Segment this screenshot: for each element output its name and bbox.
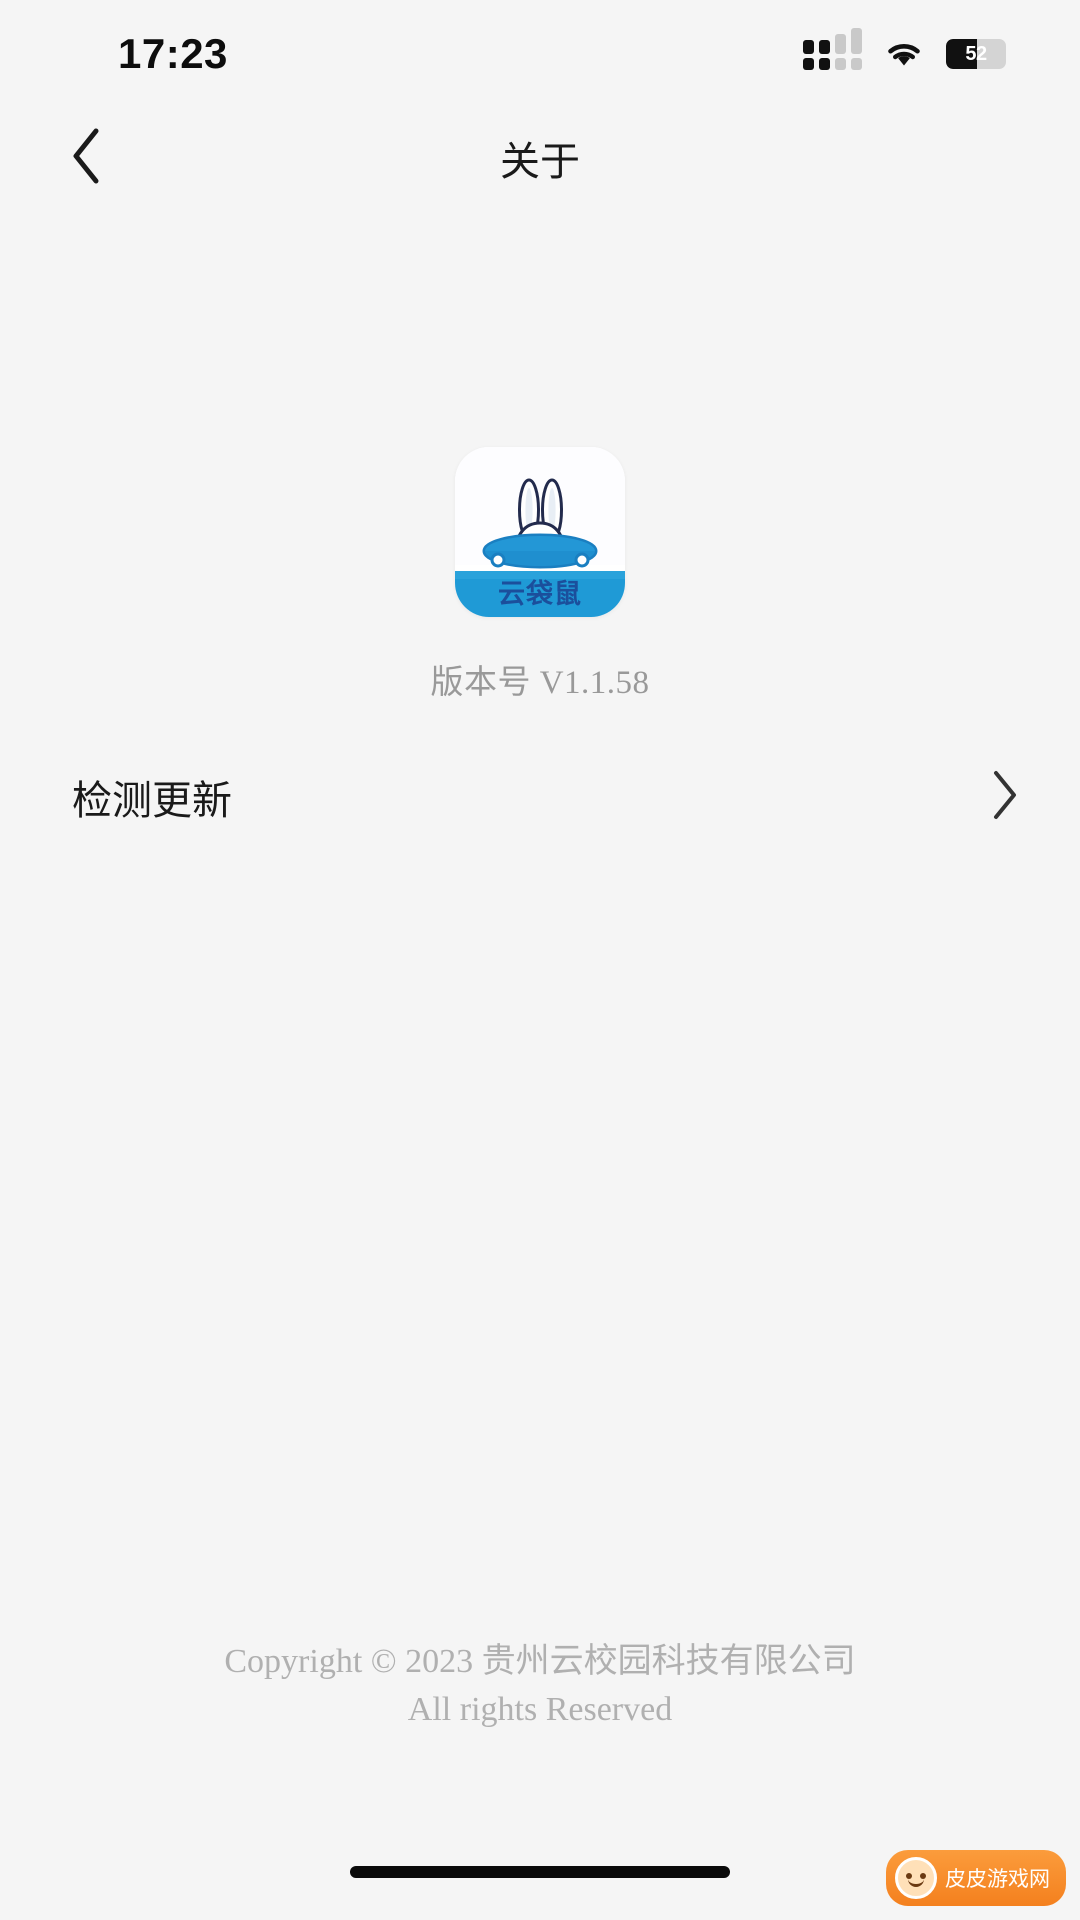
nav-bar: 关于 [0,108,1080,208]
status-icons: 52 [803,28,1006,70]
check-update-row[interactable]: 检测更新 [0,742,1080,852]
svg-text:云袋鼠: 云袋鼠 [498,579,582,609]
cartoon-face-icon [895,1857,937,1899]
battery-percent-label: 52 [965,43,987,65]
watermark-label: 皮皮游戏网 [945,1868,1050,1891]
check-update-label: 检测更新 [72,779,232,823]
home-indicator[interactable] [350,1866,730,1878]
app-logo: 云袋鼠 [455,447,625,617]
site-watermark: 皮皮游戏网 [886,1850,1066,1906]
footer-copyright: Copyright © 2023 贵州云校园科技有限公司 All rights … [0,1638,1080,1734]
back-button[interactable] [38,108,134,208]
chevron-right-icon [990,769,1020,826]
app-version-label: 版本号 V1.1.58 [430,665,650,701]
status-time: 17:23 [118,30,228,77]
wifi-icon [884,39,924,69]
copyright-line-1: Copyright © 2023 贵州云校园科技有限公司 [224,1643,856,1680]
signal-bars-icon [803,28,862,70]
status-bar: 17:23 52 [0,0,1080,108]
battery-icon: 52 [946,39,1006,69]
chevron-left-icon [69,127,103,190]
phone-screen: 17:23 52 关于 云袋鼠 版本号 V1.1.58 检测更新 Copyrig… [0,0,1080,1920]
page-title: 关于 [500,140,580,184]
app-identity: 云袋鼠 版本号 V1.1.58 [0,447,1080,703]
copyright-line-2: All rights Reserved [407,1691,673,1728]
